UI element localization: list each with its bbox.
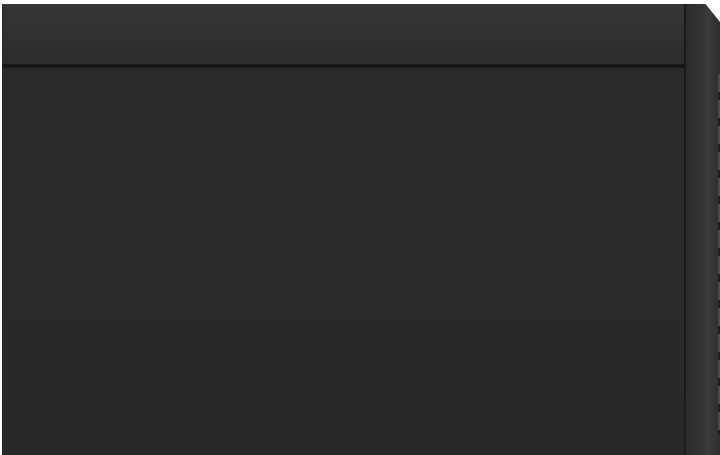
box-corner-edge: [684, 4, 686, 455]
box-top-lid: [2, 4, 686, 65]
box-front-face: [2, 68, 686, 455]
product-photo: [0, 0, 720, 455]
box-side-panel: [684, 4, 720, 455]
